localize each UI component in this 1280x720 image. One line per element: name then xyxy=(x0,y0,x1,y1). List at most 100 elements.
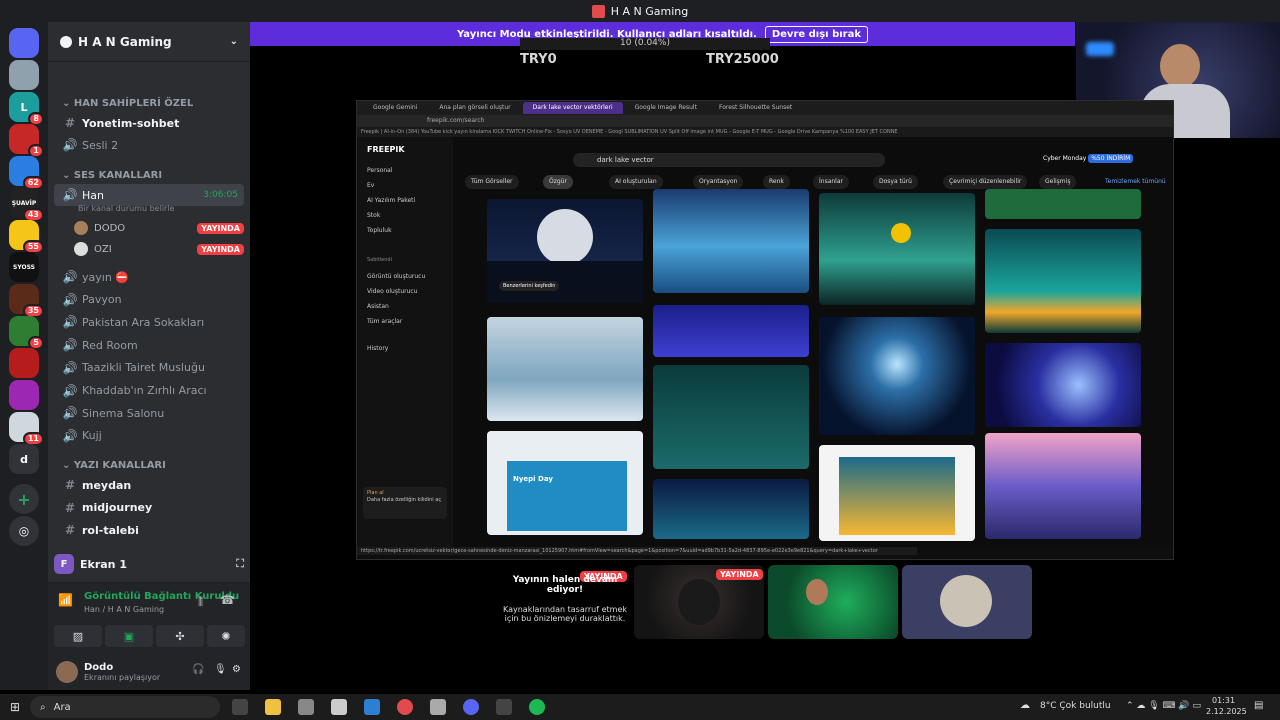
server-icon[interactable] xyxy=(9,60,39,90)
discord-icon[interactable] xyxy=(463,699,479,715)
server-icon[interactable]: 55 xyxy=(9,220,44,254)
stop-share-icon[interactable]: ⛶ xyxy=(236,557,244,571)
freepik-nav-item[interactable]: AI Yazılım Paketi xyxy=(367,197,415,204)
stream-tile-bear[interactable]: YAYINDA xyxy=(634,565,764,639)
voice-channel[interactable]: 🔊 Khaddab'ın Zırhlı Aracı xyxy=(54,380,244,402)
voice-channel[interactable]: 🔊 Pavyon xyxy=(54,289,244,311)
soundboard-button[interactable]: ✺ xyxy=(207,625,245,647)
text-channel[interactable]: # midjourney xyxy=(54,497,244,519)
result-thumb[interactable] xyxy=(985,229,1141,333)
stream-tile-avatar[interactable] xyxy=(902,565,1032,639)
text-channel[interactable]: # meydan xyxy=(54,474,244,496)
screen-share-button[interactable]: ▣ xyxy=(105,625,153,647)
weather-text[interactable]: 8°C Çok bulutlu xyxy=(1040,701,1111,711)
filter-chip[interactable]: Renk xyxy=(763,175,790,189)
freepik-tool-item[interactable]: History xyxy=(367,345,388,352)
similar-button[interactable]: Benzerlerini keşfedin xyxy=(499,281,560,291)
filter-chip[interactable]: İnsanlar xyxy=(813,175,849,189)
filter-chip[interactable]: Özgür xyxy=(543,175,573,189)
freepik-tool-item[interactable]: Tüm araçlar xyxy=(367,318,402,325)
spotify-icon[interactable] xyxy=(529,699,545,715)
result-thumb[interactable] xyxy=(819,445,975,541)
result-thumb[interactable] xyxy=(985,343,1141,427)
filter-chip[interactable]: Çevrimiçi düzenlenebilir xyxy=(943,175,1028,189)
server-icon[interactable] xyxy=(9,380,39,410)
server-header[interactable]: H A N Gaming ⌄ xyxy=(48,22,250,62)
voice-channel[interactable]: 🔊 Pakistan Ara Sokakları xyxy=(54,311,244,333)
server-icon[interactable]: 11 xyxy=(9,412,44,446)
freepik-nav-item[interactable]: Ev xyxy=(367,182,374,189)
activities-button[interactable]: ✣ xyxy=(156,625,204,647)
app-icon[interactable] xyxy=(298,699,314,715)
screen-share-header[interactable]: F Ekran 1 ⛶ xyxy=(54,552,244,576)
shared-browser-window[interactable]: Google Gemini Ana plan görseli oluştur D… xyxy=(356,100,1174,560)
disconnect-icon[interactable]: ☎ xyxy=(220,593,235,607)
voice-member-dodo[interactable]: DODO YAYINDA xyxy=(74,218,244,238)
notification-icon[interactable]: ▤ xyxy=(1254,700,1263,711)
voice-member-ozi[interactable]: OZI YAYINDA xyxy=(74,239,244,259)
browser-tab[interactable]: Google Image Result xyxy=(625,102,707,114)
text-channel[interactable]: # rol-talebi xyxy=(54,519,244,541)
start-icon[interactable]: ⊞ xyxy=(10,700,20,714)
freepik-logo[interactable]: FREEPIK xyxy=(367,145,405,154)
app-icon[interactable] xyxy=(496,699,512,715)
voice-status-title[interactable]: Görüntülü Bağlantı Kuruldu xyxy=(84,591,239,602)
category-voice[interactable]: ⌄ SES KANALLARI xyxy=(62,170,162,181)
browser-tab[interactable]: Forest Silhouette Sunset xyxy=(709,102,802,114)
result-thumb[interactable]: Nyepi Day xyxy=(487,431,643,535)
browser-tab[interactable]: Ana plan görseli oluştur xyxy=(429,102,520,114)
channel-status[interactable]: Bir kanal durumu belirle xyxy=(78,204,174,213)
taskbar-search[interactable]: ⌕ Ara xyxy=(30,696,220,718)
voice-channel[interactable]: 🔊 Sinema Salonu xyxy=(54,402,244,424)
freepik-tool-item[interactable]: Asistan xyxy=(367,303,389,310)
clock-date[interactable]: 2.12.2025 xyxy=(1206,707,1247,716)
microphone-icon[interactable]: 🎙 xyxy=(214,664,227,675)
clock-time[interactable]: 01:31 xyxy=(1212,696,1235,705)
category-owners[interactable]: ⌄ HAN SAHİPLERİ ÖZEL xyxy=(62,98,193,109)
file-explorer-icon[interactable] xyxy=(265,699,281,715)
result-thumb[interactable] xyxy=(653,365,809,469)
voice-channel[interactable]: 🔊 Red Room xyxy=(54,334,244,356)
result-thumb[interactable]: Benzerlerini keşfedin xyxy=(487,199,643,303)
result-thumb[interactable] xyxy=(985,433,1141,539)
filter-chip[interactable]: AI oluşturulan xyxy=(609,175,663,189)
calculator-icon[interactable] xyxy=(331,699,347,715)
server-icon[interactable]: 62 xyxy=(9,156,44,190)
server-icon[interactable]: 5 xyxy=(9,316,44,350)
filter-chip[interactable]: Dosya türü xyxy=(873,175,918,189)
filter-chip[interactable]: Gelişmiş xyxy=(1039,175,1077,189)
server-icon[interactable]: SYOSS xyxy=(9,252,39,282)
result-thumb[interactable] xyxy=(819,317,975,435)
server-icon[interactable]: 35 xyxy=(9,284,44,318)
result-thumb[interactable] xyxy=(819,193,975,305)
browser-tab[interactable]: Google Gemini xyxy=(363,102,427,114)
freepik-nav-item[interactable]: Stok xyxy=(367,212,380,219)
server-icon[interactable]: ŞUAVİP 43 xyxy=(9,188,44,222)
headphones-icon[interactable]: 🎧 xyxy=(192,664,204,675)
voice-channel[interactable]: 🔊 Taazikli Tairet Musluğu xyxy=(54,357,244,379)
paused-stream-tile[interactable]: YAYINDA Yayının halen devam ediyor! Kayn… xyxy=(500,565,630,639)
result-thumb[interactable] xyxy=(653,189,809,293)
server-icon[interactable] xyxy=(9,28,39,58)
channel-yonetim-sohbet[interactable]: # Yonetim-sohbet xyxy=(54,112,244,134)
stream-tile-camera[interactable] xyxy=(768,565,898,639)
result-thumb[interactable] xyxy=(653,305,809,357)
freepik-nav-item[interactable]: Topluluk xyxy=(367,227,392,234)
chrome-icon[interactable] xyxy=(397,699,413,715)
disable-streamer-mode-button[interactable]: Devre dışı bırak xyxy=(764,25,869,43)
app-icon[interactable] xyxy=(364,699,380,715)
freepik-tool-item[interactable]: Video oluşturucu xyxy=(367,288,418,295)
system-tray-icons[interactable]: ⌃ ☁ 🎙 ⌨ 🔊 ▭ xyxy=(1126,701,1201,711)
server-icon[interactable]: L8 xyxy=(9,92,44,126)
upgrade-card[interactable]: Plan al Daha fazla özelliğin kilidini aç xyxy=(363,487,447,519)
promo[interactable]: Cyber Monday %50 İNDİRİM xyxy=(1043,154,1134,163)
discover-icon[interactable]: ◎ xyxy=(9,516,39,546)
browser-tab[interactable]: Dark lake vector vektörleri xyxy=(522,102,623,114)
result-thumb[interactable] xyxy=(985,189,1141,219)
camera-button[interactable]: ▨ xyxy=(54,625,102,647)
settings-gear-icon[interactable]: ⚙ xyxy=(232,664,241,675)
voice-channel[interactable]: 🔊 Kujj xyxy=(54,425,244,447)
address-bar[interactable]: freepik.com/search xyxy=(357,115,1173,127)
app-icon[interactable] xyxy=(430,699,446,715)
server-icon[interactable] xyxy=(9,348,39,378)
